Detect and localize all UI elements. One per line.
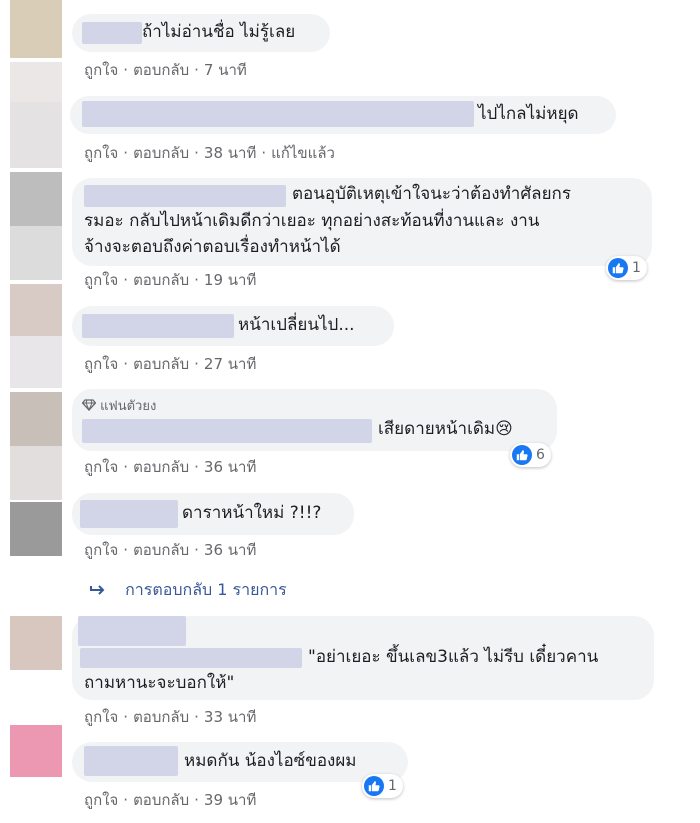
reply-link[interactable]: ตอบกลับ <box>133 141 189 165</box>
comment-text: ตอนอุบัติเหตุเข้าใจนะว่าต้องทำศัลยกร <box>292 184 571 204</box>
comment-actions: ถูกใจ · ตอบกลับ · 38 นาที · แก้ไขแล้ว <box>84 141 335 165</box>
comment-bubble: แฟนตัวยง เสียดายหน้าเดิม😢 <box>72 389 557 451</box>
redacted-name[interactable] <box>78 616 186 646</box>
comment-actions: ถูกใจ · ตอบกลับ · 19 นาที <box>84 268 256 292</box>
reaction-number: 1 <box>388 778 397 794</box>
redacted-name[interactable] <box>84 185 286 207</box>
comment-text: เสียดายหน้าเดิม😢 <box>378 419 513 439</box>
diamond-icon <box>81 399 97 412</box>
avatar[interactable] <box>10 392 62 446</box>
comment-text: หน้าเปลี่ยนไป... <box>238 315 355 335</box>
comment-actions: ถูกใจ · ตอบกลับ · 27 นาที <box>84 352 256 376</box>
comment-text: ถ้าไม่อ่านชื่อ ไม่รู้เลย <box>142 22 296 42</box>
comment-actions: ถูกใจ · ตอบกลับ · 33 นาที <box>84 705 256 729</box>
like-reaction-icon <box>608 258 628 278</box>
comment-time[interactable]: 39 นาที <box>204 788 256 812</box>
reply-link[interactable]: ตอบกลับ <box>133 788 189 812</box>
like-link[interactable]: ถูกใจ <box>84 141 118 165</box>
like-link[interactable]: ถูกใจ <box>84 58 118 82</box>
like-reaction-icon <box>512 445 532 465</box>
avatar[interactable] <box>10 0 62 58</box>
redacted-name[interactable] <box>80 500 178 528</box>
avatar[interactable] <box>10 284 62 336</box>
avatar[interactable] <box>10 102 62 168</box>
comment-time[interactable]: 7 นาที <box>204 58 247 82</box>
comment-bubble: ดาราหน้าใหม่ ?!!? <box>72 493 354 535</box>
redacted-name[interactable] <box>82 22 142 44</box>
like-link[interactable]: ถูกใจ <box>84 705 118 729</box>
comment-text: "อย่าเยอะ ขึ้นเลข3แล้ว ไม่รีบ เดี๋ยวคาน <box>308 647 599 667</box>
reply-link[interactable]: ตอบกลับ <box>133 352 189 376</box>
comment-text: ดาราหน้าใหม่ ?!!? <box>182 503 322 523</box>
comment-text: ถามหานะจะบอกให้" <box>84 673 235 693</box>
reply-link[interactable]: ตอบกลับ <box>133 705 189 729</box>
comment-time[interactable]: 27 นาที <box>204 352 256 376</box>
avatar[interactable] <box>10 502 62 556</box>
reaction-count[interactable]: 1 <box>606 256 647 280</box>
comment-actions: ถูกใจ · ตอบกลับ · 7 นาที <box>84 58 247 82</box>
reply-link[interactable]: ตอบกลับ <box>133 455 189 479</box>
avatar[interactable] <box>10 172 62 226</box>
comment-bubble: หน้าเปลี่ยนไป... <box>72 306 394 346</box>
reaction-count[interactable]: 1 <box>362 774 403 798</box>
comment-actions: ถูกใจ · ตอบกลับ · 36 นาที <box>84 538 256 562</box>
comment-actions: ถูกใจ · ตอบกลับ · 39 นาที <box>84 788 256 812</box>
comment-text: รมอะ กลับไปหน้าเดิมดีกว่าเยอะ ทุกอย่างสะ… <box>84 211 540 231</box>
badge-label: แฟนตัวยง <box>100 399 157 414</box>
avatar[interactable] <box>10 62 62 102</box>
like-link[interactable]: ถูกใจ <box>84 455 118 479</box>
view-replies-label: การตอบกลับ 1 รายการ <box>125 580 287 599</box>
reply-link[interactable]: ตอบกลับ <box>133 538 189 562</box>
avatar[interactable] <box>10 616 62 670</box>
comment-actions: ถูกใจ · ตอบกลับ · 36 นาที <box>84 455 256 479</box>
reply-arrow-icon <box>90 585 105 595</box>
like-reaction-icon <box>364 776 384 796</box>
redacted-name[interactable] <box>82 314 234 338</box>
comment-time[interactable]: 36 นาที <box>204 455 256 479</box>
avatar[interactable] <box>10 446 62 500</box>
top-fan-badge[interactable]: แฟนตัวยง <box>81 393 157 420</box>
comment-text: จ้างจะตอบถึงค่าตอบเรื่องทำหน้าได้ <box>84 237 341 257</box>
comment-bubble: หมดกัน น้องไอซ์ของผม <box>72 742 408 782</box>
comment-bubble: ตอนอุบัติเหตุเข้าใจนะว่าต้องทำศัลยกร รมอ… <box>72 178 652 266</box>
comment-time[interactable]: 36 นาที <box>204 538 256 562</box>
avatar[interactable] <box>10 336 62 388</box>
reaction-number: 6 <box>536 447 545 463</box>
redacted-name[interactable] <box>82 419 372 443</box>
comment-time[interactable]: 19 นาที <box>204 268 256 292</box>
redacted-name[interactable] <box>84 746 178 776</box>
reply-link[interactable]: ตอบกลับ <box>133 268 189 292</box>
reply-link[interactable]: ตอบกลับ <box>133 58 189 82</box>
like-link[interactable]: ถูกใจ <box>84 352 118 376</box>
comment-text: หมดกัน น้องไอซ์ของผม <box>184 751 357 771</box>
comment-time[interactable]: 38 นาที <box>204 141 256 165</box>
comment-text: ไปไกลไม่หยุด <box>478 104 579 124</box>
like-link[interactable]: ถูกใจ <box>84 788 118 812</box>
comment-bubble: ไปไกลไม่หยุด <box>70 96 616 134</box>
redacted-name[interactable] <box>82 101 474 127</box>
comment-time[interactable]: 33 นาที <box>204 705 256 729</box>
redacted-name[interactable] <box>80 648 302 668</box>
comment-bubble: ถ้าไม่อ่านชื่อ ไม่รู้เลย <box>72 14 330 52</box>
comment-bubble: "อย่าเยอะ ขึ้นเลข3แล้ว ไม่รีบ เดี๋ยวคาน … <box>72 616 654 700</box>
edited-label[interactable]: แก้ไขแล้ว <box>271 141 335 165</box>
reaction-count[interactable]: 6 <box>510 443 551 467</box>
avatar[interactable] <box>10 226 62 280</box>
like-link[interactable]: ถูกใจ <box>84 268 118 292</box>
avatar[interactable] <box>10 725 62 777</box>
view-replies-link[interactable]: การตอบกลับ 1 รายการ <box>90 578 287 603</box>
like-link[interactable]: ถูกใจ <box>84 538 118 562</box>
reaction-number: 1 <box>632 260 641 276</box>
